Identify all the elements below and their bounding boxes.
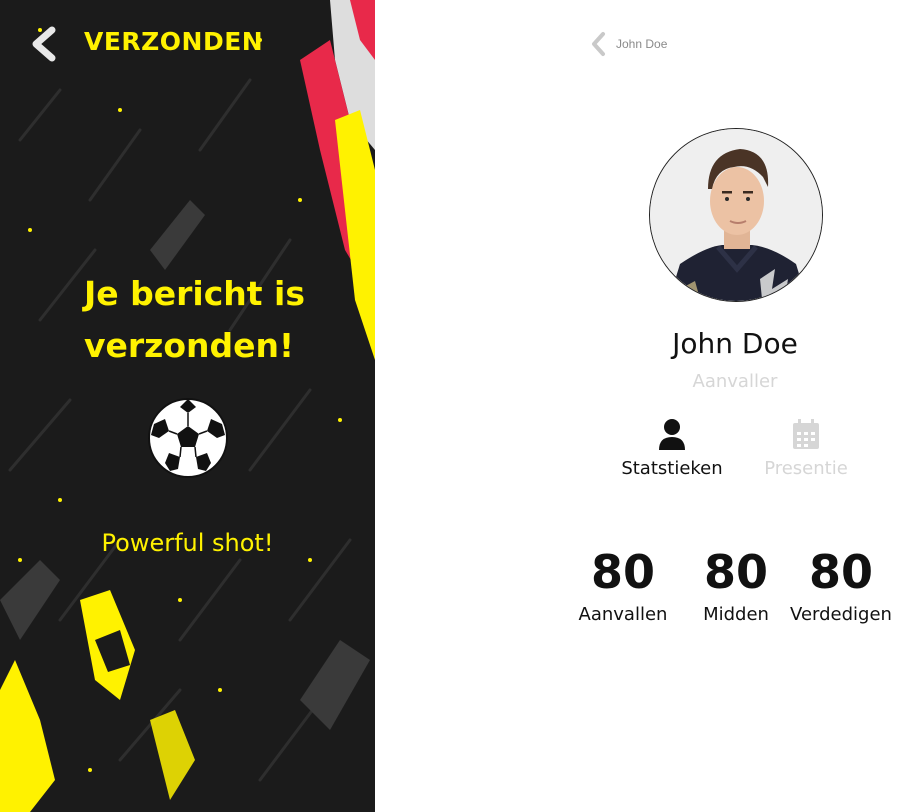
sent-message: Je bericht is verzonden! bbox=[84, 268, 344, 372]
chevron-left-icon bbox=[592, 32, 605, 56]
stat-value: 80 bbox=[808, 545, 873, 599]
avatar bbox=[649, 128, 823, 302]
player-name: John Doe bbox=[672, 327, 798, 360]
player-role: Aanvaller bbox=[692, 371, 778, 392]
page-title: VERZONDEN bbox=[84, 27, 264, 56]
chevron-left-icon[interactable] bbox=[26, 24, 62, 64]
soccer-ball-icon bbox=[148, 398, 228, 478]
profile-screen: John Doe John Doe Aanvaller Statstieken … bbox=[375, 0, 923, 812]
tab-label: Presentie bbox=[764, 458, 848, 479]
avatar-image bbox=[650, 129, 822, 301]
sent-message-line2: verzonden! bbox=[84, 326, 295, 365]
stat-verdedigen: 80 Verdedigen bbox=[771, 544, 911, 625]
powerful-shot-text: Powerful shot! bbox=[101, 529, 274, 557]
back-label: John Doe bbox=[616, 37, 668, 51]
user-icon bbox=[659, 419, 685, 450]
calendar-icon bbox=[793, 419, 819, 449]
sent-confirmation-screen: VERZONDEN Je bericht is verzonden! Power… bbox=[0, 0, 375, 812]
tab-presentie[interactable]: Presentie bbox=[731, 418, 881, 479]
back-button[interactable]: John Doe bbox=[589, 30, 667, 58]
stat-label: Verdedigen bbox=[790, 604, 892, 625]
tab-label: Statstieken bbox=[621, 458, 723, 479]
tab-statistieken[interactable]: Statstieken bbox=[597, 418, 747, 479]
sent-message-line1: Je bericht is bbox=[84, 274, 306, 313]
